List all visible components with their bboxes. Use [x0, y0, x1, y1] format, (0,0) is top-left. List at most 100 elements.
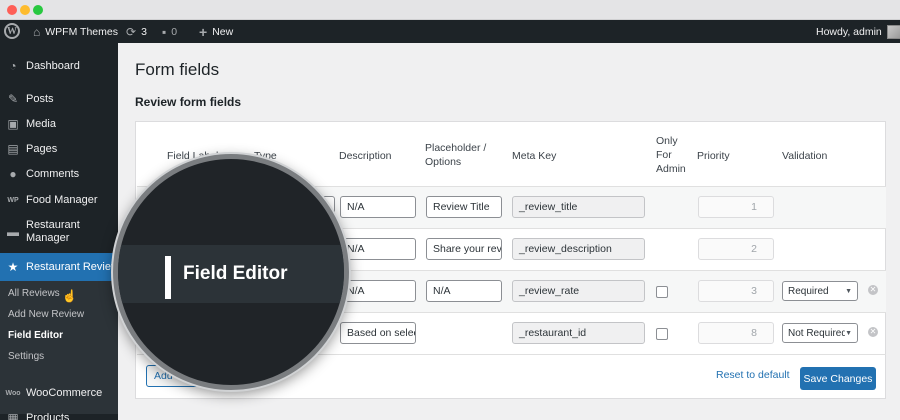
sidebar-item-label: Products	[26, 412, 70, 420]
updates-count: 3	[141, 25, 147, 38]
description-input[interactable]: N/A	[340, 280, 416, 302]
dashboard-icon: ◔	[9, 59, 17, 73]
page-title: Form fields	[135, 60, 220, 79]
header-only-line3: Admin	[656, 163, 686, 175]
sidebar-item-label: WooCommerce	[26, 387, 103, 399]
pin-icon: ✎	[7, 92, 19, 106]
header-meta-key: Meta Key	[512, 150, 557, 162]
comments-count: 0	[171, 25, 178, 38]
sidebar-item-products[interactable]: ▦ Products	[0, 408, 118, 420]
priority-input[interactable]: 8	[698, 322, 774, 344]
sidebar-item-label: Restaurant Manager	[26, 219, 80, 245]
close-window-button[interactable]	[7, 5, 17, 15]
comments-link[interactable]: ▪ 0	[162, 20, 177, 43]
comments-icon: ●	[9, 167, 17, 181]
submenu-all-reviews[interactable]: All Reviews	[8, 288, 60, 299]
placeholder-input[interactable]: Review Title	[426, 196, 502, 218]
submenu-add-new-review[interactable]: Add New Review	[8, 309, 84, 320]
header-only-line2: For	[656, 149, 672, 161]
sidebar-item-dashboard[interactable]: ◔ Dashboard	[0, 56, 118, 76]
sidebar-item-food-manager[interactable]: WP Food Manager	[0, 190, 118, 210]
meta-key-input: _review_rate	[512, 280, 645, 302]
reset-to-default-link[interactable]: Reset to default	[716, 369, 790, 381]
only-admin-checkbox[interactable]	[656, 286, 668, 298]
plus-icon: +	[199, 23, 208, 40]
sidebar-item-pages[interactable]: ▤ Pages	[0, 139, 118, 159]
sidebar-item-label: Pages	[26, 143, 58, 155]
sidebar-item-label: Posts	[26, 93, 54, 105]
star-icon: ★	[7, 260, 19, 274]
sidebar-item-restaurant-review[interactable]: ★ Restaurant Review	[0, 253, 119, 281]
submenu-field-editor[interactable]: Field Editor	[8, 330, 63, 341]
header-placeholder: Placeholder / Options	[425, 141, 486, 169]
only-admin-checkbox[interactable]	[656, 328, 668, 340]
priority-input[interactable]: 1	[698, 196, 774, 218]
validation-select[interactable]: Required ▼	[782, 281, 858, 301]
caret-down-icon: ▼	[845, 329, 852, 337]
sidebar-item-label-line2: Manager	[26, 232, 70, 244]
admin-sidebar: ◔ Dashboard ✎ Posts ▣ Media ▤ Pages ● Co…	[0, 43, 119, 420]
zoom-magnifier: Field Editor	[113, 154, 349, 390]
validation-select-value: Not Required	[788, 327, 846, 339]
sidebar-item-label: Media	[26, 118, 56, 130]
sidebar-item-label: Restaurant Review	[26, 261, 119, 273]
caret-down-icon: ▼	[845, 287, 852, 295]
meta-key-input: _review_title	[512, 196, 645, 218]
wordpress-logo-icon[interactable]: W	[4, 23, 20, 39]
magnified-field-editor-label: Field Editor	[183, 263, 288, 284]
media-icon: ▣	[7, 117, 19, 131]
description-input[interactable]: N/A	[340, 196, 416, 218]
header-only-for-admin: Only For Admin	[656, 134, 686, 176]
placeholder-input[interactable]: Share your review	[426, 238, 502, 260]
remove-row-icon[interactable]: ✕	[868, 327, 878, 337]
pages-icon: ▤	[7, 142, 19, 156]
updates-link[interactable]: ⟳ 3	[126, 20, 147, 43]
validation-select-value: Required	[788, 285, 829, 297]
products-icon: ▦	[7, 411, 19, 420]
remove-row-icon[interactable]: ✕	[868, 285, 878, 295]
header-priority: Priority	[697, 150, 730, 162]
site-name-link[interactable]: ⌂ WPFM Themes	[33, 20, 118, 43]
header-only-line1: Only	[656, 135, 678, 147]
pointer-hand-icon: ☝	[62, 289, 77, 303]
sidebar-item-restaurant-manager[interactable]: ▬ Restaurant Manager	[0, 217, 118, 247]
sidebar-item-label: Food Manager	[26, 194, 98, 206]
minimize-window-button[interactable]	[20, 5, 30, 15]
updates-icon: ⟳	[126, 24, 137, 39]
sidebar-item-label-line1: Restaurant	[26, 219, 80, 231]
woocommerce-icon: Woo	[5, 389, 21, 397]
home-icon: ⌂	[33, 24, 41, 39]
window-titlebar	[0, 0, 900, 20]
new-content-link[interactable]: + New	[199, 20, 233, 43]
sidebar-item-label: Dashboard	[26, 60, 80, 72]
sidebar-item-media[interactable]: ▣ Media	[0, 114, 118, 134]
header-placeholder-line1: Placeholder /	[425, 142, 487, 154]
active-indicator-bar	[165, 256, 171, 299]
sidebar-item-label: Comments	[26, 168, 80, 180]
sidebar-item-comments[interactable]: ● Comments	[0, 164, 118, 184]
new-label: New	[212, 25, 234, 38]
meta-key-input: _review_description	[512, 238, 645, 260]
maximize-window-button[interactable]	[33, 5, 43, 15]
priority-input[interactable]: 3	[698, 280, 774, 302]
save-changes-button[interactable]: Save Changes	[800, 367, 876, 390]
account-menu[interactable]: Howdy, admin	[816, 20, 900, 43]
description-input[interactable]: Based on selection	[340, 322, 416, 344]
greeting-text: Howdy, admin	[816, 25, 882, 38]
header-validation: Validation	[782, 150, 828, 162]
sidebar-item-posts[interactable]: ✎ Posts	[0, 89, 118, 109]
food-manager-icon: WP	[7, 196, 19, 204]
priority-input[interactable]: 2	[698, 238, 774, 260]
avatar	[886, 24, 900, 39]
submenu-settings[interactable]: Settings	[8, 351, 44, 362]
description-input[interactable]: N/A	[340, 238, 416, 260]
sidebar-item-woocommerce[interactable]: Woo WooCommerce	[0, 383, 118, 403]
site-name-label: WPFM Themes	[45, 25, 118, 38]
header-placeholder-line2: Options	[425, 156, 462, 168]
restaurant-manager-icon: ▬	[7, 224, 19, 239]
comment-bubble-icon: ▪	[162, 24, 167, 39]
header-description: Description	[339, 150, 392, 162]
validation-select[interactable]: Not Required ▼	[782, 323, 858, 343]
placeholder-input[interactable]: N/A	[426, 280, 502, 302]
admin-bar: W ⌂ WPFM Themes ⟳ 3 ▪ 0 + New Howdy, adm…	[0, 20, 900, 43]
